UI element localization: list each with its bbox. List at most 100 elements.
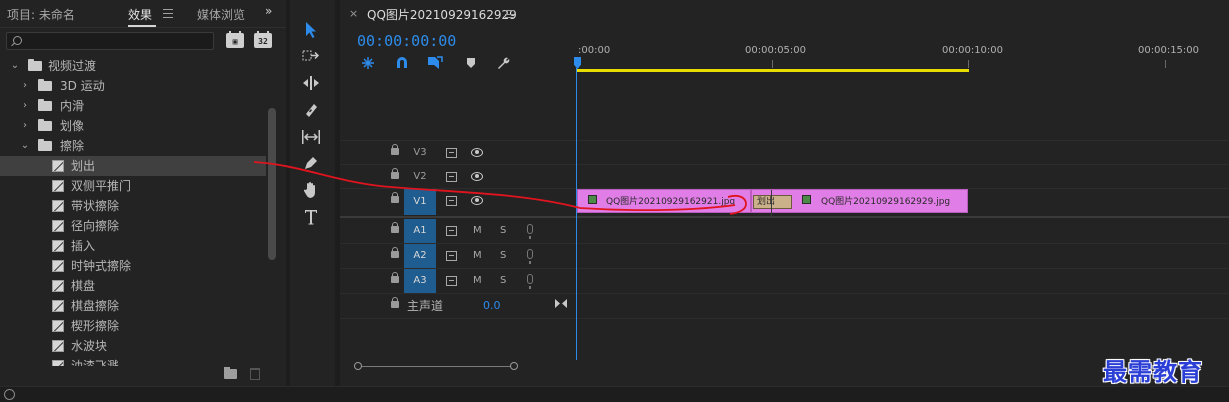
track-target-a3[interactable]: A3 — [404, 269, 436, 293]
sync-lock-icon[interactable] — [446, 276, 457, 286]
transition-effect-icon — [52, 300, 64, 312]
mute-button[interactable]: M — [473, 269, 482, 293]
snap-magnet-icon[interactable] — [394, 55, 410, 71]
tree-folder-row[interactable]: › 3D 运动 — [0, 76, 266, 96]
track-target-a1[interactable]: A1 — [404, 219, 436, 243]
eye-icon[interactable] — [471, 196, 483, 205]
track-target-v2[interactable]: V2 — [404, 165, 436, 189]
solo-button[interactable]: S — [500, 269, 506, 293]
effects-scrollbar-thumb[interactable] — [268, 108, 276, 260]
sync-lock-icon[interactable] — [446, 226, 457, 236]
tab-media-browser[interactable]: 媒体浏览 — [197, 6, 245, 23]
track-separator — [340, 318, 1229, 319]
master-volume-value[interactable]: 0.0 — [483, 294, 501, 318]
tree-folder-row[interactable]: › 内滑 — [0, 96, 266, 116]
lock-icon[interactable] — [391, 144, 399, 155]
sync-lock-icon[interactable] — [446, 172, 457, 182]
lock-icon[interactable] — [391, 222, 399, 233]
tree-effect-row[interactable]: 划出 — [0, 156, 266, 176]
tab-project[interactable]: 项目: 未命名 — [7, 6, 75, 23]
mic-icon[interactable] — [527, 224, 533, 239]
scroll-knob-left[interactable] — [354, 362, 362, 370]
tree-item-label: 棋盘擦除 — [71, 299, 120, 313]
chevron-right-icon[interactable]: › — [20, 76, 30, 96]
tree-folder-row[interactable]: ⌄ 视频过渡 — [0, 56, 266, 76]
tree-item-label: 3D 运动 — [60, 79, 105, 93]
tree-effect-row[interactable]: 径向擦除 — [0, 216, 266, 236]
nest-sequence-icon[interactable] — [360, 55, 376, 71]
chevron-right-icon[interactable]: › — [20, 96, 30, 116]
tab-overflow-icon[interactable]: » — [265, 4, 272, 18]
tree-effect-row[interactable]: 插入 — [0, 236, 266, 256]
chevron-down-icon[interactable]: ⌄ — [10, 56, 20, 76]
track-target-a2[interactable]: A2 — [404, 244, 436, 268]
timeline-clip[interactable]: QQ图片20210929162921.jpg — [577, 189, 751, 213]
32bit-effects-icon[interactable]: 32 — [254, 31, 272, 48]
pen-tool-icon[interactable] — [301, 153, 321, 173]
mute-button[interactable]: M — [473, 219, 482, 243]
panel-menu-icon[interactable] — [163, 9, 173, 18]
slip-tool-icon[interactable] — [301, 127, 321, 147]
new-custom-bin-icon[interactable] — [224, 367, 237, 379]
tree-folder-row[interactable]: › 划像 — [0, 116, 266, 136]
delete-icon[interactable] — [250, 368, 260, 380]
playhead-timecode[interactable]: 00:00:00:00 — [357, 32, 456, 50]
track-header-v2: V2 — [340, 165, 576, 189]
eye-icon[interactable] — [471, 148, 483, 157]
timeline-horizontal-scrollbar[interactable] — [354, 362, 1229, 371]
tree-effect-row[interactable]: 时钟式擦除 — [0, 256, 266, 276]
track-select-tool-icon[interactable] — [301, 46, 321, 66]
lock-icon[interactable] — [391, 272, 399, 283]
track-target-v3[interactable]: V3 — [404, 141, 436, 165]
accelerated-effects-icon[interactable]: ▣ — [226, 31, 244, 48]
chevron-down-icon[interactable]: ⌄ — [20, 136, 30, 156]
track-header-a2: A2 M S — [340, 244, 576, 268]
ruler-label-15s: 00:00:15:00 — [1138, 45, 1200, 56]
tree-effect-row[interactable]: 棋盘擦除 — [0, 296, 266, 316]
eye-icon[interactable] — [471, 172, 483, 181]
clip-edit-line — [771, 190, 772, 216]
tree-effect-row[interactable]: 油漆飞溅 — [0, 356, 266, 366]
ripple-edit-tool-icon[interactable] — [301, 73, 321, 93]
selection-tool-icon[interactable] — [301, 20, 321, 40]
sync-lock-icon[interactable] — [446, 148, 457, 158]
sync-lock-icon[interactable] — [446, 251, 457, 261]
scroll-knob-right[interactable] — [510, 362, 518, 370]
timeline-settings-wrench-icon[interactable] — [496, 55, 512, 71]
track-header-v3: V3 — [340, 141, 576, 165]
tree-effect-row[interactable]: 水波块 — [0, 336, 266, 356]
lock-icon[interactable] — [391, 297, 399, 308]
tab-effects[interactable]: 效果 — [128, 6, 152, 23]
sequence-tab-title[interactable]: QQ图片20210929162929 — [367, 6, 517, 23]
folder-icon — [28, 59, 42, 71]
work-area-bar[interactable] — [577, 69, 969, 72]
sync-lock-icon[interactable] — [446, 196, 457, 206]
add-marker-icon[interactable] — [463, 55, 479, 71]
mute-button[interactable]: M — [473, 244, 482, 268]
transition-effect-icon — [52, 200, 64, 212]
lock-icon[interactable] — [391, 247, 399, 258]
transition-marker[interactable]: 划出 — [753, 195, 792, 209]
tree-folder-row[interactable]: ⌄ 擦除 — [0, 136, 266, 156]
type-tool-icon[interactable] — [301, 207, 321, 227]
razor-tool-icon[interactable] — [301, 100, 321, 120]
tree-effect-row[interactable]: 棋盘 — [0, 276, 266, 296]
go-to-end-icon[interactable] — [555, 297, 567, 308]
lock-icon[interactable] — [391, 192, 399, 203]
linked-selection-icon[interactable] — [427, 55, 443, 71]
hand-tool-icon[interactable] — [301, 180, 321, 200]
sequence-menu-icon[interactable] — [505, 10, 514, 18]
solo-button[interactable]: S — [500, 219, 506, 243]
tree-effect-row[interactable]: 楔形擦除 — [0, 316, 266, 336]
time-ruler[interactable]: :00:00 00:00:05:00 00:00:10:00 00:00:15:… — [576, 38, 1229, 72]
track-target-v1[interactable]: V1 — [404, 189, 436, 215]
chevron-right-icon[interactable]: › — [20, 116, 30, 136]
tree-effect-row[interactable]: 双侧平推门 — [0, 176, 266, 196]
lock-icon[interactable] — [391, 168, 399, 179]
mic-icon[interactable] — [527, 274, 533, 289]
effects-search-input[interactable] — [6, 32, 214, 50]
close-sequence-icon[interactable]: × — [349, 7, 358, 20]
solo-button[interactable]: S — [500, 244, 506, 268]
tree-effect-row[interactable]: 带状擦除 — [0, 196, 266, 216]
mic-icon[interactable] — [527, 249, 533, 264]
